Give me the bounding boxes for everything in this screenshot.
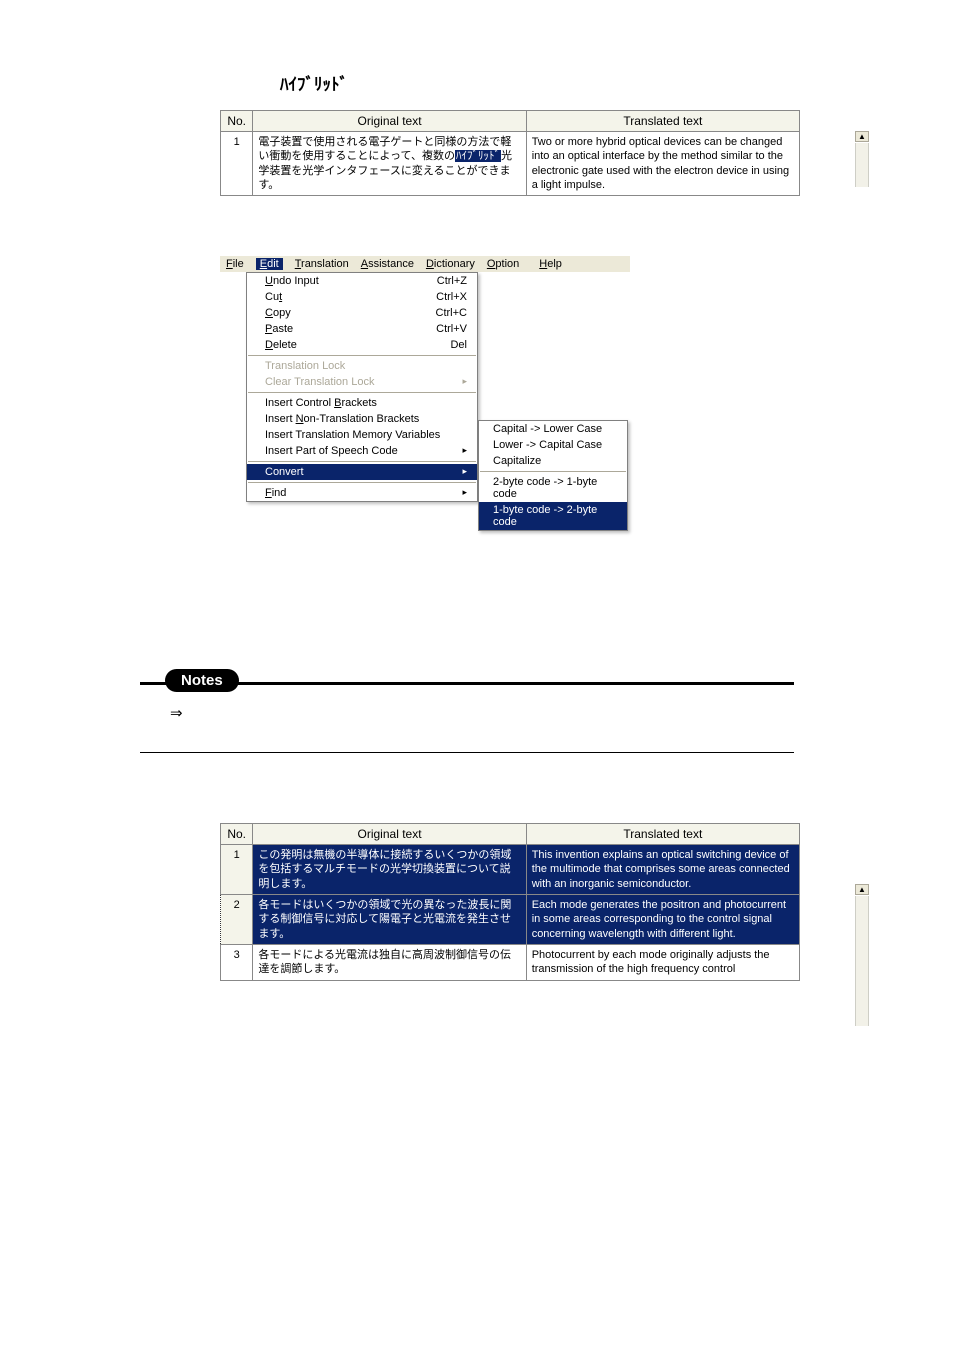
chevron-right-icon: ▸ <box>462 445 467 457</box>
convert-submenu: Capital -> Lower Case Lower -> Capital C… <box>478 420 628 531</box>
row-no: 1 <box>221 132 253 196</box>
col-translated: Translated text <box>526 824 799 845</box>
scroll-up-icon[interactable]: ▲ <box>855 884 869 895</box>
submenu-capital-lower[interactable]: Capital -> Lower Case <box>479 421 627 437</box>
menu-clear-translation-lock: Clear Translation Lock▸ <box>247 374 477 390</box>
menu-dictionary[interactable]: Dictionary <box>426 258 475 270</box>
menu-edit[interactable]: Edit <box>256 258 283 270</box>
row-translated[interactable]: Two or more hybrid optical devices can b… <box>526 132 799 196</box>
col-original: Original text <box>253 824 526 845</box>
row-no: 3 <box>221 944 253 980</box>
menu-assistance[interactable]: Assistance <box>361 258 414 270</box>
shortcut: Del <box>450 339 467 351</box>
row-no: 1 <box>221 845 253 895</box>
edit-dropdown: Undo InputCtrl+Z CutCtrl+X CopyCtrl+C Pa… <box>246 272 478 502</box>
menu-find[interactable]: Find▸ <box>247 485 477 501</box>
menu-delete[interactable]: DeleteDel <box>247 337 477 353</box>
shortcut: Ctrl+X <box>436 291 467 303</box>
row-translated[interactable]: Each mode generates the positron and pho… <box>526 895 799 945</box>
col-translated: Translated text <box>526 111 799 132</box>
highlighted-term: ﾊｲﾌﾞﾘｯﾄﾞ <box>455 150 501 162</box>
col-no: No. <box>221 111 253 132</box>
menu-copy[interactable]: CopyCtrl+C <box>247 305 477 321</box>
menu-cut[interactable]: CutCtrl+X <box>247 289 477 305</box>
table-row[interactable]: 2 各モードはいくつかの領域で光の異なった波長に関する制御信号に対応して陽電子と… <box>221 895 800 945</box>
row-no: 2 <box>221 895 253 945</box>
menu-insert-non-translation[interactable]: Insert Non-Translation Brackets <box>247 411 477 427</box>
search-term: ﾊｲﾌﾞﾘｯﾄﾞ <box>280 70 854 95</box>
scrollbar-track[interactable] <box>855 143 869 187</box>
menu-separator <box>248 392 476 393</box>
shortcut: Ctrl+Z <box>437 275 467 287</box>
submenu-capitalize[interactable]: Capitalize <box>479 453 627 469</box>
translation-table-1: No. Original text Translated text 1 電子装置… <box>220 110 800 196</box>
menu-translation-lock: Translation Lock <box>247 358 477 374</box>
menu-separator <box>248 461 476 462</box>
row-translated[interactable]: This invention explains an optical switc… <box>526 845 799 895</box>
menu-insert-control-brackets[interactable]: Insert Control Brackets <box>247 395 477 411</box>
row-original[interactable]: 各モードによる光電流は独自に高周波制御信号の伝達を調節します。 <box>253 944 526 980</box>
submenu-1byte-2byte[interactable]: 1-byte code -> 2-byte code <box>479 502 627 530</box>
col-no: No. <box>221 824 253 845</box>
row-original[interactable]: この発明は無機の半導体に接続するいくつかの領域を包括するマルチモードの光学切換装… <box>253 845 526 895</box>
chevron-right-icon: ▸ <box>462 487 467 499</box>
row-original[interactable]: 電子装置で使用される電子ゲートと同様の方法で軽い衝動を使用することによって、複数… <box>253 132 526 196</box>
menu-insert-pos-code[interactable]: Insert Part of Speech Code▸ <box>247 443 477 459</box>
submenu-2byte-1byte[interactable]: 2-byte code -> 1-byte code <box>479 474 627 502</box>
submenu-lower-capital[interactable]: Lower -> Capital Case <box>479 437 627 453</box>
table-row[interactable]: 3 各モードによる光電流は独自に高周波制御信号の伝達を調節します。 Photoc… <box>221 944 800 980</box>
menu-insert-tm-variables[interactable]: Insert Translation Memory Variables <box>247 427 477 443</box>
shortcut: Ctrl+V <box>436 323 467 335</box>
table-row[interactable]: 1 この発明は無機の半導体に接続するいくつかの領域を包括するマルチモードの光学切… <box>221 845 800 895</box>
menu-paste[interactable]: PasteCtrl+V <box>247 321 477 337</box>
menu-file[interactable]: File <box>226 258 244 270</box>
chevron-right-icon: ▸ <box>462 466 467 478</box>
menu-separator <box>248 482 476 483</box>
menu-translation[interactable]: Translation <box>295 258 349 270</box>
shortcut: Ctrl+C <box>436 307 467 319</box>
row-translated[interactable]: Photocurrent by each mode originally adj… <box>526 944 799 980</box>
menubar: File Edit Translation Assistance Diction… <box>220 256 630 272</box>
arrow-icon: ⇒ <box>170 704 854 722</box>
menu-option[interactable]: Option <box>487 258 519 270</box>
row-original[interactable]: 各モードはいくつかの領域で光の異なった波長に関する制御信号に対応して陽電子と光電… <box>253 895 526 945</box>
col-original: Original text <box>253 111 526 132</box>
scrollbar-track[interactable] <box>855 896 869 1026</box>
menu-help[interactable]: Help <box>539 258 562 270</box>
menu-separator <box>480 471 626 472</box>
notes-badge: Notes <box>165 669 239 692</box>
chevron-right-icon: ▸ <box>462 376 467 388</box>
translation-table-2: No. Original text Translated text 1 この発明… <box>220 823 800 980</box>
divider <box>140 752 794 753</box>
table-row[interactable]: 1 電子装置で使用される電子ゲートと同様の方法で軽い衝動を使用することによって、… <box>221 132 800 196</box>
menu-undo[interactable]: Undo InputCtrl+Z <box>247 273 477 289</box>
menu-convert[interactable]: Convert▸ <box>247 464 477 480</box>
scroll-up-icon[interactable]: ▲ <box>855 131 869 142</box>
menu-separator <box>248 355 476 356</box>
